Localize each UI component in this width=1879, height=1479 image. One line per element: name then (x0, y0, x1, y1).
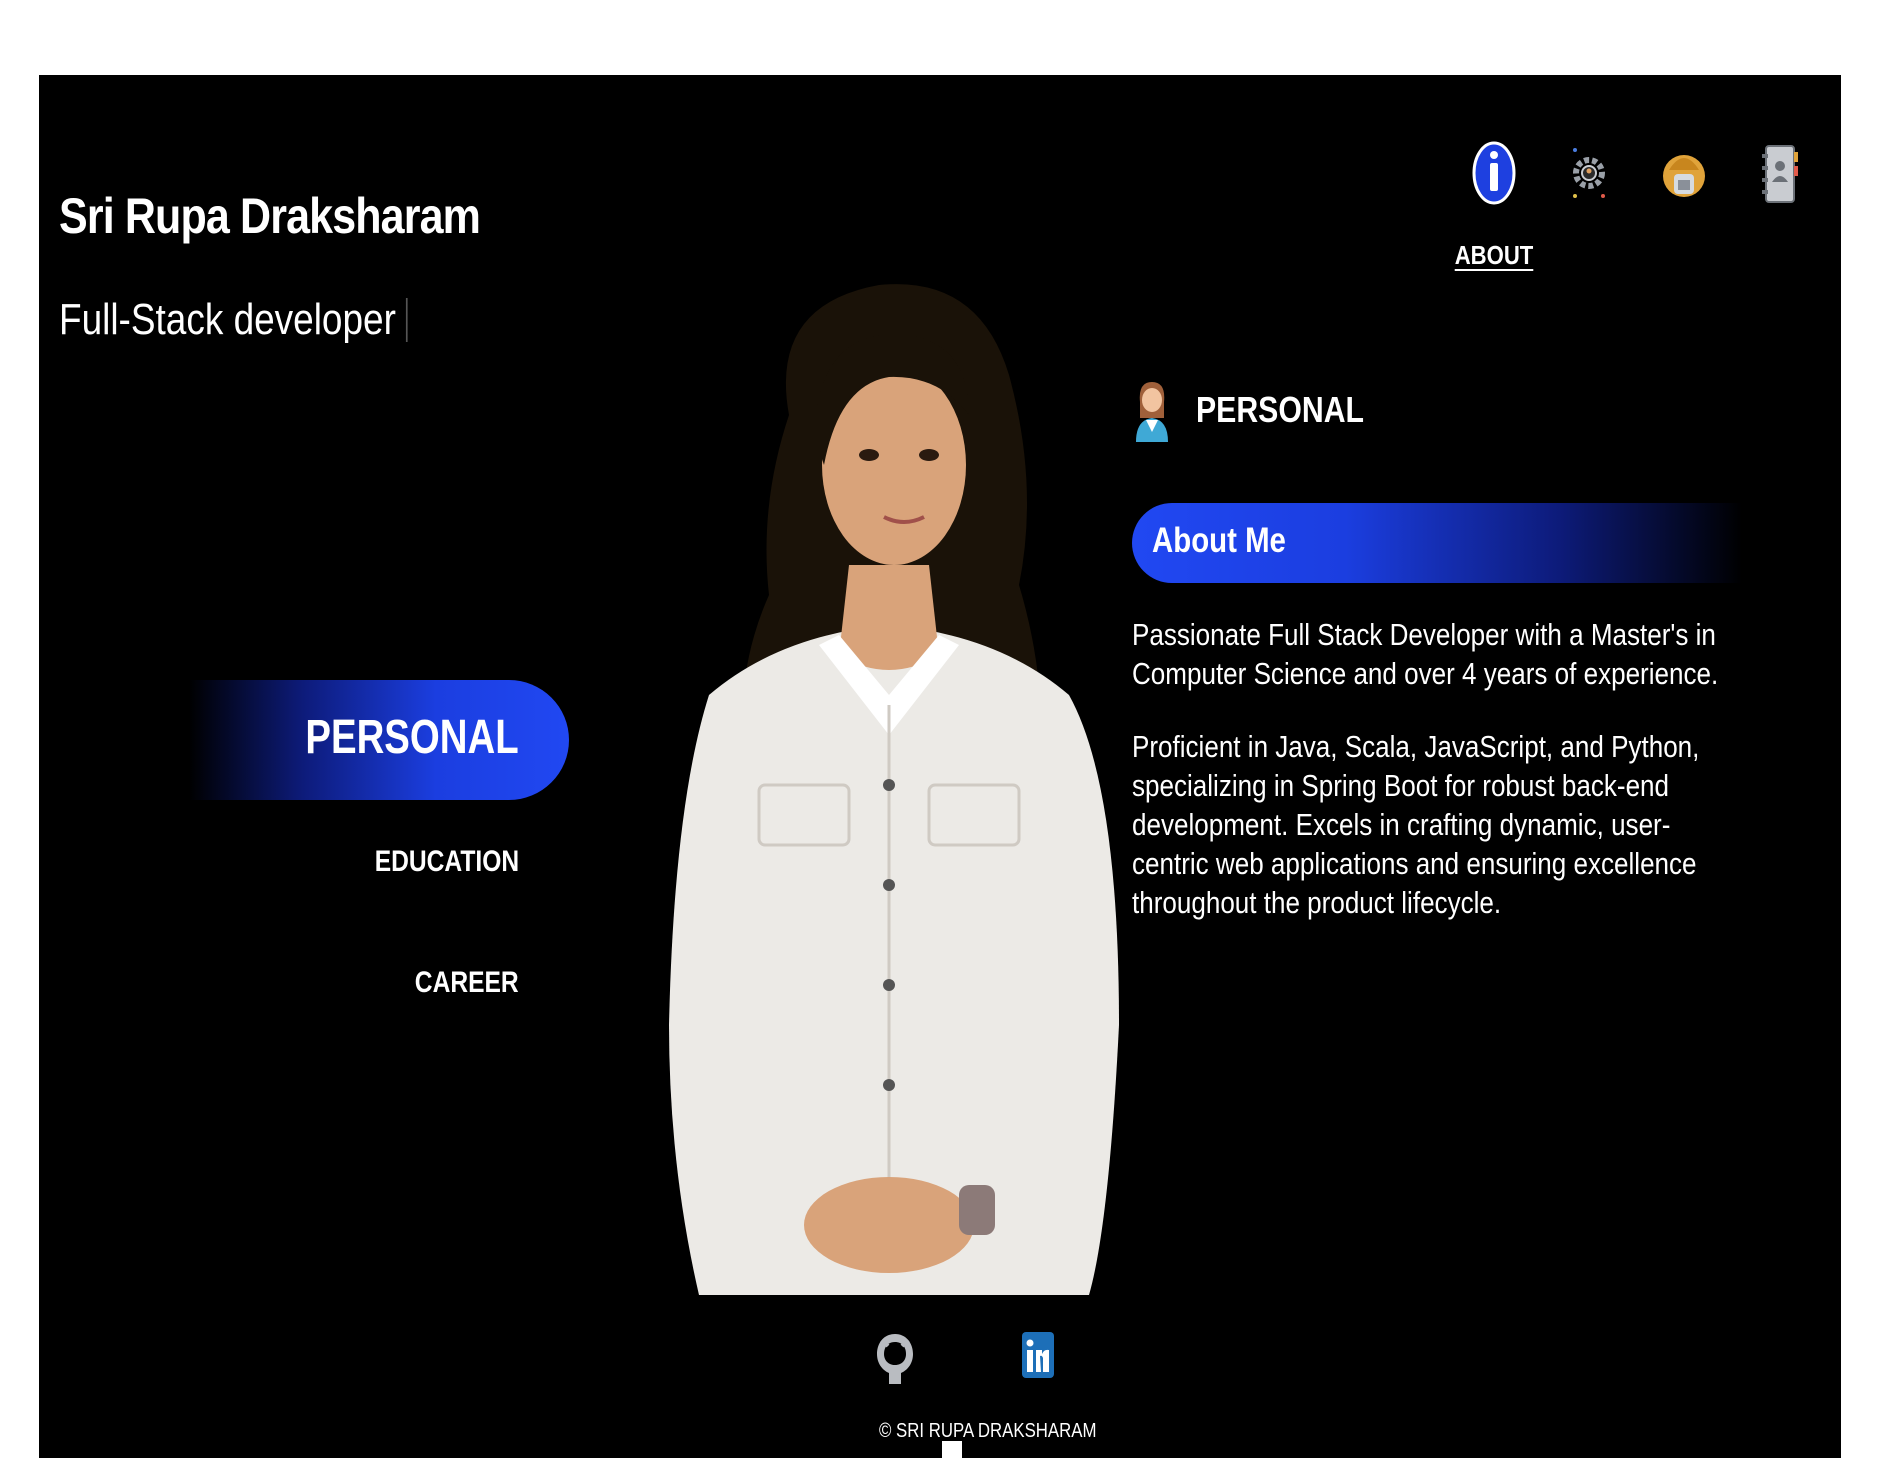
about-me-banner: About Me (1132, 503, 1742, 583)
nav-about-label: ABOUT (1454, 240, 1534, 270)
site-owner-name: Sri Rupa Draksharam (59, 188, 481, 244)
section-career[interactable]: CAREER (415, 966, 519, 1000)
gear-icon (1573, 148, 1605, 198)
section-personal[interactable]: PERSONAL (306, 710, 519, 765)
profile-photo (669, 284, 1119, 1295)
info-icon (1472, 141, 1516, 205)
content-heading: PERSONAL (1196, 389, 1365, 430)
worker-icon (1663, 155, 1705, 197)
github-icon (877, 1334, 913, 1384)
page-stage: Sri Rupa Draksharam Full-Stack developer… (39, 75, 1841, 1458)
person-avatar-icon (1136, 382, 1168, 442)
nav-skills[interactable] (1554, 140, 1624, 290)
section-education[interactable]: EDUCATION (375, 845, 519, 879)
linkedin-icon (1022, 1332, 1054, 1378)
nav-experience[interactable] (1649, 140, 1719, 290)
top-nav: ABOUT (1455, 140, 1839, 290)
nav-contact[interactable] (1744, 140, 1814, 290)
footer-marker (942, 1441, 962, 1458)
about-paragraph-2: Proficient in Java, Scala, JavaScript, a… (1132, 729, 1700, 920)
content-heading-row: PERSONAL (1132, 375, 1742, 445)
role-text: Full-Stack developer (59, 295, 396, 344)
nav-about[interactable]: ABOUT (1455, 140, 1533, 290)
social-links (874, 1330, 1084, 1390)
typing-caret (405, 298, 408, 342)
github-link[interactable] (874, 1330, 916, 1393)
about-content: PERSONAL About Me Passionate Full Stack … (1132, 375, 1742, 920)
linkedin-link[interactable] (1022, 1330, 1054, 1385)
contact-book-icon (1762, 145, 1798, 203)
copyright-text: © SRI RUPA DRAKSHARAM (879, 1420, 1097, 1442)
about-me-title: About Me (1152, 521, 1286, 560)
about-paragraph-1: Passionate Full Stack Developer with a M… (1132, 617, 1719, 691)
role-typewriter: Full-Stack developer (59, 295, 408, 345)
